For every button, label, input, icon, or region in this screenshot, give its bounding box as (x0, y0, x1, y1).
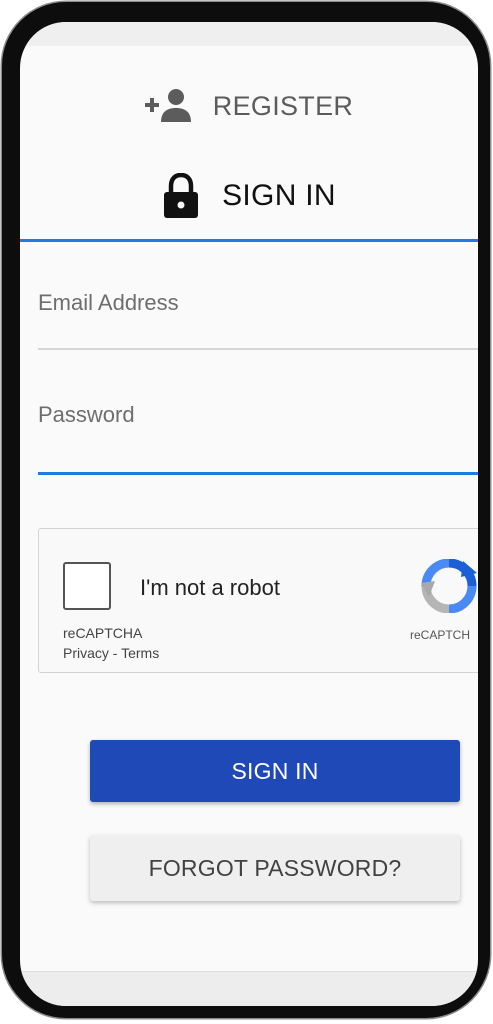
add-person-icon (144, 89, 191, 122)
recaptcha-links: Privacy - Terms (63, 645, 159, 661)
active-tab-indicator (20, 239, 478, 242)
recaptcha-checkbox[interactable] (63, 562, 111, 610)
app-screen: REGISTER SIGN IN Email Address Password … (20, 22, 478, 1006)
recaptcha-logo-text: reCAPTCH (410, 628, 471, 642)
tab-register-label: REGISTER (212, 90, 354, 121)
recaptcha-widget: I'm not a robot reCAPTCHA Privacy - Term… (38, 528, 478, 673)
tab-sign-in-label: SIGN IN (222, 179, 336, 212)
email-field-underline (38, 348, 478, 350)
sign-in-button[interactable]: SIGN IN (90, 740, 460, 802)
recaptcha-terms-link[interactable]: Terms (121, 645, 159, 661)
email-field-label: Email Address (38, 290, 179, 315)
password-field[interactable]: Password (38, 402, 478, 476)
recaptcha-label: I'm not a robot (140, 575, 280, 600)
lock-icon (164, 173, 199, 218)
recaptcha-logo-icon (421, 559, 477, 613)
recaptcha-privacy-link[interactable]: Privacy (63, 645, 109, 661)
password-field-label: Password (38, 402, 135, 427)
tab-sign-in[interactable]: SIGN IN (20, 170, 478, 222)
forgot-password-button[interactable]: FORGOT PASSWORD? (90, 835, 460, 901)
bottom-bar (20, 971, 478, 1006)
tab-register[interactable]: REGISTER (20, 86, 478, 126)
email-field[interactable]: Email Address (38, 290, 478, 352)
phone-frame: REGISTER SIGN IN Email Address Password … (2, 2, 490, 1018)
password-field-underline (38, 472, 478, 475)
recaptcha-brand: reCAPTCHA (63, 625, 143, 641)
recaptcha-separator: - (108, 645, 122, 661)
top-bar (20, 22, 478, 46)
